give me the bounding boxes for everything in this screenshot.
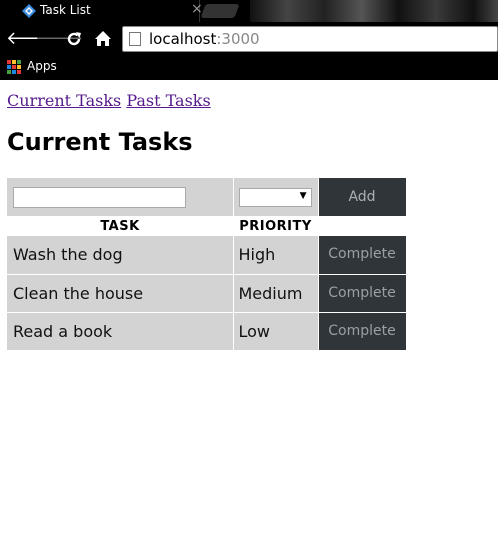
task-priority: Low — [233, 312, 319, 351]
apps-grid-icon[interactable] — [7, 60, 21, 74]
browser-tab[interactable]: Task List × — [8, 0, 203, 22]
complete-button[interactable]: Complete — [319, 313, 406, 350]
complete-cell: Complete — [318, 236, 406, 275]
url-text: localhost:3000 — [149, 30, 260, 48]
task-column-header: TASK — [7, 216, 233, 236]
home-icon[interactable] — [93, 28, 113, 50]
dropdown-arrow-icon: ▼ — [299, 190, 307, 201]
add-button-cell: Add — [318, 178, 406, 216]
task-priority: Medium — [233, 274, 319, 313]
table-row: Clean the house Medium Complete — [7, 274, 406, 313]
add-button[interactable]: Add — [319, 178, 406, 216]
tasks-table: ▼ Add TASK PRIORITY Wash the dog High Co… — [7, 178, 406, 351]
task-name: Clean the house — [7, 274, 234, 313]
past-tasks-link[interactable]: Past Tasks — [126, 91, 210, 110]
task-name: Read a book — [7, 312, 234, 351]
tab-title: Task List — [40, 3, 91, 17]
apps-bookmark-label[interactable]: Apps — [27, 59, 57, 73]
priority-column-header: PRIORITY — [233, 216, 318, 236]
forward-arrow-icon[interactable]: 🡒 — [35, 28, 83, 50]
task-name: Wash the dog — [7, 236, 234, 275]
bookmarks-bar: Apps — [0, 56, 498, 80]
complete-button[interactable]: Complete — [319, 275, 406, 312]
complete-cell: Complete — [318, 274, 406, 313]
browser-tabstrip: Task List × — [0, 0, 498, 22]
new-tab-button[interactable] — [200, 4, 240, 18]
page-title: Current Tasks — [7, 128, 193, 156]
page-content: Current Tasks Past Tasks Current Tasks ▼… — [0, 80, 498, 539]
browser-toolbar: 🡐 🡒 localhost:3000 — [0, 22, 498, 56]
task-input-cell — [7, 178, 234, 216]
task-priority: High — [233, 236, 319, 275]
reload-icon[interactable] — [64, 28, 84, 50]
complete-button[interactable]: Complete — [319, 236, 406, 273]
complete-cell: Complete — [318, 312, 406, 351]
table-header-row: TASK PRIORITY — [7, 216, 406, 236]
address-bar[interactable]: localhost:3000 — [122, 26, 498, 52]
priority-select-cell: ▼ — [233, 178, 319, 216]
new-task-form-row: ▼ Add — [7, 178, 406, 216]
table-row: Read a book Low Complete — [7, 312, 406, 351]
table-row: Wash the dog High Complete — [7, 236, 406, 275]
back-arrow-icon[interactable]: 🡐 — [6, 28, 54, 50]
tab-favicon — [22, 4, 36, 18]
window-background-image — [250, 0, 498, 22]
page-icon — [129, 32, 141, 46]
priority-select[interactable]: ▼ — [238, 187, 312, 207]
page-nav: Current Tasks Past Tasks — [7, 91, 211, 110]
task-input[interactable] — [13, 186, 186, 208]
current-tasks-link[interactable]: Current Tasks — [7, 91, 121, 110]
action-column-header — [318, 216, 406, 236]
